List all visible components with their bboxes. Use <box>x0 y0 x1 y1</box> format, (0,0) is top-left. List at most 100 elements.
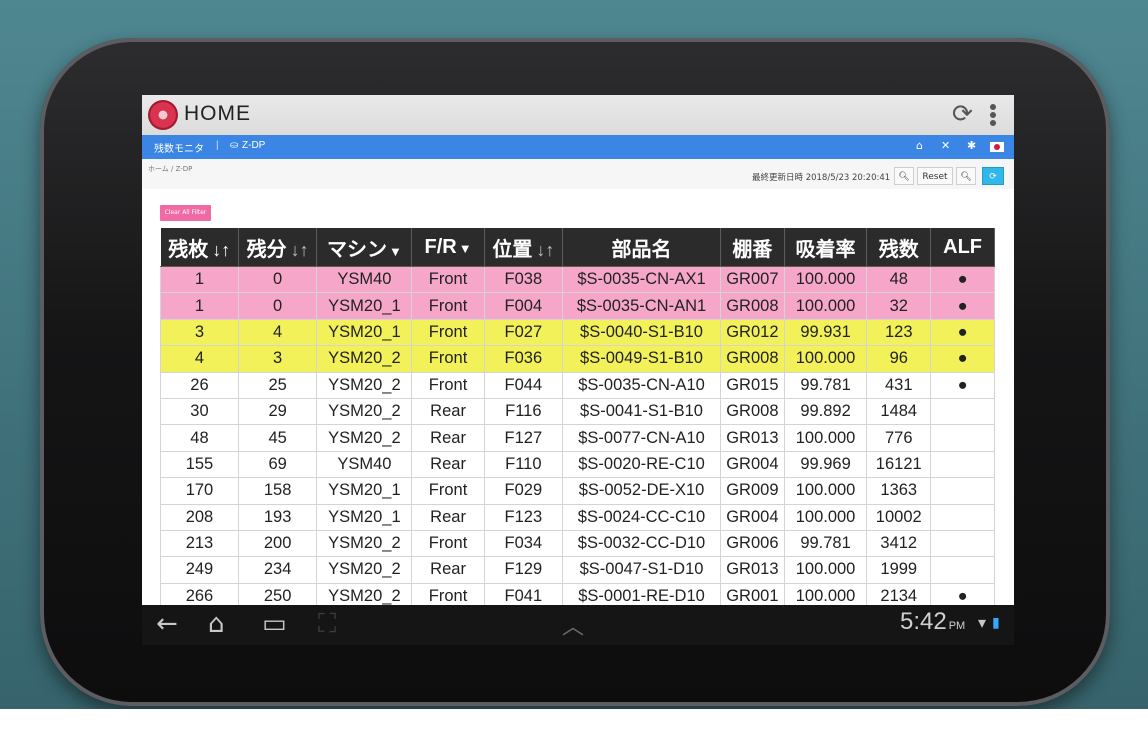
cell-alf: ● <box>930 318 995 347</box>
settings-icon[interactable]: ✱ <box>967 139 976 152</box>
cell-alf: ● <box>930 371 995 399</box>
nav-section-link[interactable]: 残数モニタ <box>154 140 204 155</box>
cell-zanbun: 45 <box>237 424 318 452</box>
nav-machine-link[interactable]: Z-DP <box>242 140 265 151</box>
recents-icon[interactable]: ▭ <box>262 609 287 639</box>
cell-fr: Front <box>411 345 485 373</box>
auto-refresh-button[interactable]: ⟳ <box>982 167 1004 185</box>
col-header-count[interactable]: 残数 <box>866 228 932 267</box>
cell-machine: YSM40 <box>316 265 413 294</box>
col-header-machine[interactable]: マシン ▼ <box>316 228 413 267</box>
sort-icon[interactable]: ↓↑ <box>291 240 309 260</box>
cell-zanbun: 158 <box>237 477 318 505</box>
cell-pos: F116 <box>483 397 564 426</box>
sort-icon[interactable]: ↓↑ <box>212 240 230 260</box>
cell-rate: 100.000 <box>783 265 868 294</box>
table-row[interactable]: 1 0 YSM40 Front F038 $S-0035-CN-AX1 GR007 100.0… <box>160 265 995 294</box>
last-updated: 最終更新日時 2018/5/23 20:20:41 <box>752 173 891 183</box>
nav-bar: 残数モニタ | ⛀ Z-DP ⌂ ✕ ✱ <box>142 135 1014 159</box>
battery-icon: ▮ <box>992 615 1000 631</box>
zoom-button[interactable]: 🔍︎ <box>956 167 976 185</box>
cell-pos: F129 <box>483 556 564 584</box>
cell-count: 16121 <box>866 450 932 479</box>
table-row[interactable]: 249 234 YSM20_2 Rear F129 $S-0047-S1-D10 GR013… <box>160 556 995 584</box>
cell-fr: Rear <box>411 424 485 452</box>
cell-pos: F123 <box>483 503 564 531</box>
home-icon[interactable]: ⌂ <box>916 139 923 152</box>
table-row[interactable]: 208 193 YSM20_1 Rear F123 $S-0024-CC-C10 GR004… <box>160 503 995 531</box>
cell-shelf: GR006 <box>719 529 785 558</box>
cell-rate: 100.000 <box>783 503 868 531</box>
cell-zanmai: 3 <box>160 318 239 347</box>
cell-rate: 100.000 <box>783 345 868 373</box>
table-row[interactable]: 3 4 YSM20_1 Front F027 $S-0040-S1-B10 GR012 99.… <box>160 318 995 347</box>
table-row[interactable]: 48 45 YSM20_2 Rear F127 $S-0077-CN-A10 GR013 10… <box>160 424 995 452</box>
col-header-shelf[interactable]: 棚番 <box>720 228 785 267</box>
cell-machine: YSM20_2 <box>316 397 413 426</box>
screenshot-icon[interactable]: ⛶ <box>318 609 336 640</box>
chevron-up-icon[interactable]: ︿ <box>562 609 584 641</box>
cell-zanmai: 170 <box>160 477 239 505</box>
search-button[interactable]: 🔍︎ <box>894 167 914 185</box>
table-row[interactable]: 213 200 YSM20_2 Front F034 $S-0032-CC-D10 GR00… <box>160 529 995 558</box>
cell-alf: ● <box>930 265 995 294</box>
table-row[interactable]: 30 29 YSM20_2 Rear F116 $S-0041-S1-B10 GR008 99… <box>160 397 995 426</box>
cell-alf <box>930 477 995 505</box>
refresh-icon[interactable]: ⟳ <box>952 99 973 128</box>
cell-rate: 100.000 <box>783 424 868 452</box>
cell-zanbun: 0 <box>237 265 318 294</box>
col-header-alf[interactable]: ALF <box>930 228 995 267</box>
cell-shelf: GR013 <box>719 556 785 584</box>
cell-shelf: GR009 <box>719 477 785 505</box>
cell-shelf: GR013 <box>719 424 785 452</box>
cell-alf: ● <box>930 292 995 320</box>
cell-machine: YSM20_2 <box>316 556 413 584</box>
cell-pos: F004 <box>483 292 564 320</box>
background: HOME ⟳ 残数モニタ | ⛀ Z-DP ⌂ ✕ ✱ ホーム / Z-DP 最… <box>0 0 1148 731</box>
cell-machine: YSM20_2 <box>316 371 413 399</box>
col-header-position[interactable]: 位置 ↓↑ <box>484 228 564 267</box>
cell-alf <box>930 424 995 452</box>
filter-icon[interactable]: ▼ <box>389 244 402 259</box>
cell-rate: 99.931 <box>783 318 868 347</box>
home-nav-icon[interactable]: ⌂ <box>208 609 225 639</box>
col-header-zanbun[interactable]: 残分 ↓↑ <box>238 228 318 267</box>
cell-alf <box>930 503 995 531</box>
col-header-fr[interactable]: F/R ▼ <box>411 228 485 267</box>
cell-zanbun: 4 <box>237 318 318 347</box>
cell-part: $S-0040-S1-B10 <box>562 318 721 347</box>
cell-machine: YSM20_1 <box>316 503 413 531</box>
expand-icon[interactable]: ✕ <box>941 139 950 152</box>
table-row[interactable]: 170 158 YSM20_1 Front F029 $S-0052-DE-X10 GR00… <box>160 477 995 505</box>
table-row[interactable]: 26 25 YSM20_2 Front F044 $S-0035-CN-A10 GR015 9… <box>160 371 995 399</box>
sort-icon[interactable]: ↓↑ <box>536 240 554 260</box>
cell-count: 48 <box>866 265 932 294</box>
cell-rate: 99.969 <box>783 450 868 479</box>
col-header-rate[interactable]: 吸着率 <box>784 228 868 267</box>
cell-shelf: GR008 <box>719 292 785 320</box>
cell-machine: YSM20_2 <box>316 345 413 373</box>
cell-fr: Front <box>411 371 485 399</box>
clear-all-filter-button[interactable]: Clear All Filter <box>160 205 211 221</box>
flag-jp-icon[interactable] <box>990 142 1004 152</box>
breadcrumb[interactable]: ホーム / Z-DP <box>148 164 192 174</box>
cell-shelf: GR012 <box>719 318 785 347</box>
table-row[interactable]: 4 3 YSM20_2 Front F036 $S-0049-S1-B10 GR008 100… <box>160 345 995 373</box>
overflow-menu-icon[interactable] <box>990 104 996 126</box>
col-header-part-name[interactable]: 部品名 <box>562 228 721 267</box>
cell-fr: Front <box>411 318 485 347</box>
cell-shelf: GR008 <box>719 397 785 426</box>
cell-pos: F036 <box>483 345 564 373</box>
cell-shelf: GR004 <box>719 503 785 531</box>
app-bar: HOME ⟳ <box>142 95 1014 136</box>
cell-count: 1999 <box>866 556 932 584</box>
col-header-zanmai[interactable]: 残枚 ↓↑ <box>160 228 239 267</box>
back-icon[interactable]: ← <box>156 609 178 639</box>
table-row[interactable]: 155 69 YSM40 Rear F110 $S-0020-RE-C10 GR004 99.… <box>160 450 995 479</box>
cell-zanbun: 0 <box>237 292 318 320</box>
cell-part: $S-0047-S1-D10 <box>562 556 721 584</box>
auto-refresh-icon: ⟳ <box>989 172 997 182</box>
reset-button[interactable]: Reset <box>917 167 953 185</box>
table-row[interactable]: 1 0 YSM20_1 Front F004 $S-0035-CN-AN1 GR008 100… <box>160 292 995 320</box>
filter-icon[interactable]: ▼ <box>459 241 472 256</box>
